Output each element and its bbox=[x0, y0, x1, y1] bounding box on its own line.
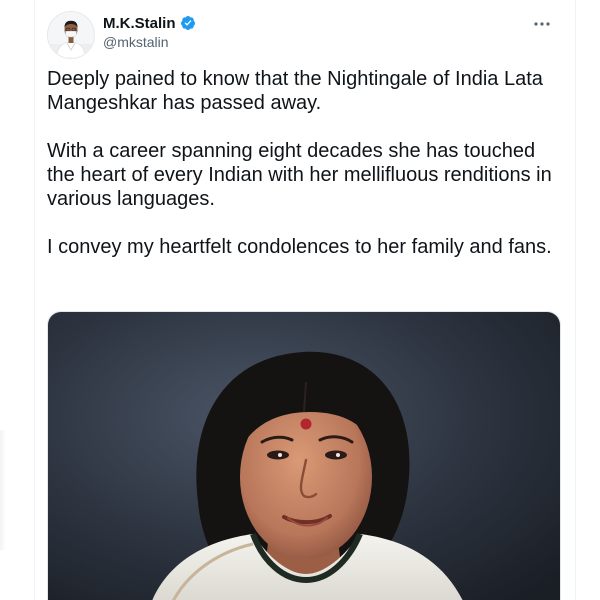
tweet-media-photo[interactable] bbox=[47, 311, 561, 600]
tweet-header: M.K.Stalin @mkstalin bbox=[47, 11, 557, 59]
tweet-paragraph: Deeply pained to know that the Nightinga… bbox=[47, 68, 543, 114]
more-horizontal-icon[interactable] bbox=[531, 15, 553, 33]
author-info: M.K.Stalin @mkstalin bbox=[103, 13, 196, 50]
author-name-row: M.K.Stalin bbox=[103, 13, 196, 33]
tweet-card: M.K.Stalin @mkstalin Deeply pained to kn… bbox=[34, 0, 576, 600]
tweet-paragraph: I convey my heartfelt condolences to her… bbox=[47, 236, 552, 258]
tweet-page: M.K.Stalin @mkstalin Deeply pained to kn… bbox=[0, 0, 600, 600]
author-handle[interactable]: @mkstalin bbox=[103, 34, 196, 50]
author-avatar[interactable] bbox=[47, 11, 95, 59]
portrait-photo-icon bbox=[48, 312, 560, 600]
author-display-name[interactable]: M.K.Stalin bbox=[103, 15, 176, 32]
verified-badge-icon bbox=[180, 16, 195, 30]
tweet-paragraph: With a career spanning eight decades she… bbox=[47, 140, 552, 210]
tweet-text: Deeply pained to know that the Nightinga… bbox=[47, 67, 557, 259]
scroll-edge-shadow bbox=[0, 430, 6, 550]
profile-photo-icon bbox=[48, 12, 94, 58]
